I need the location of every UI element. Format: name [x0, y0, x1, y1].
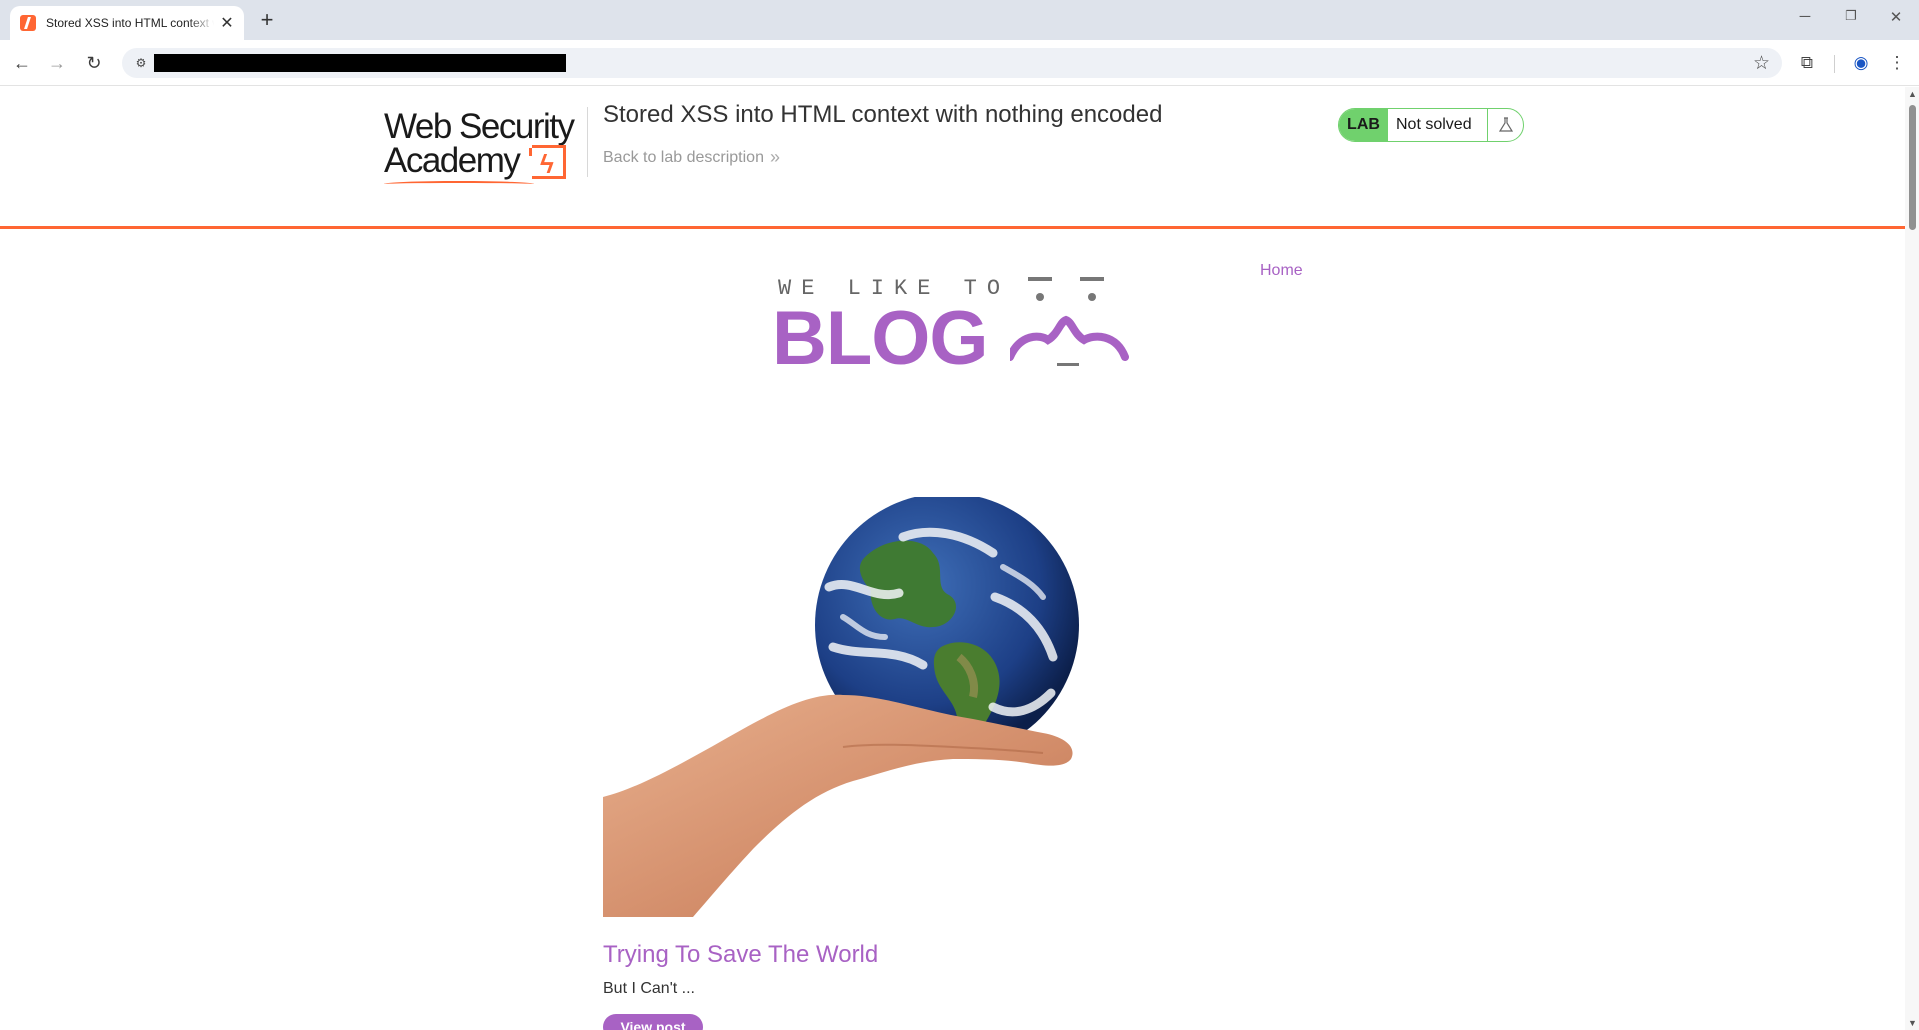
- restore-button[interactable]: ❐: [1836, 8, 1866, 24]
- url-redacted: [154, 54, 566, 72]
- page-viewport: Web Security Academy ϟ Stored XSS into H…: [0, 87, 1905, 1030]
- lab-title: Stored XSS into HTML context with nothin…: [603, 101, 1163, 128]
- logo-swoosh: [384, 181, 534, 187]
- tab-favicon-icon: [20, 15, 36, 31]
- toolbar-separator: [1834, 55, 1835, 73]
- lab-status-text: Not solved: [1396, 116, 1472, 133]
- nav-home-link[interactable]: Home: [1260, 262, 1303, 280]
- site-info-icon[interactable]: ⚙: [132, 54, 150, 72]
- bookmark-star-icon[interactable]: ☆: [1753, 52, 1770, 75]
- tab-close-icon[interactable]: ✕: [218, 13, 236, 33]
- post-summary: But I Can't ...: [603, 980, 695, 997]
- menu-kebab-icon[interactable]: ⋮: [1886, 53, 1908, 73]
- back-to-lab-description-link[interactable]: Back to lab description: [603, 149, 764, 167]
- minimize-button[interactable]: ─: [1790, 8, 1820, 25]
- tab-title: Stored XSS into HTML context with nothin…: [46, 16, 214, 30]
- lab-status-widget: LAB Not solved: [1338, 108, 1524, 142]
- blog-logo-word: BLOG: [772, 296, 989, 381]
- scroll-up-arrow-icon[interactable]: ▲: [1908, 89, 1917, 99]
- lightning-bolt-icon: ϟ: [529, 145, 566, 179]
- tab-strip: Stored XSS into HTML context with nothin…: [0, 0, 1919, 40]
- new-tab-button[interactable]: +: [255, 9, 279, 33]
- blog-logo: WE LIKE TO BLOG: [770, 262, 1135, 382]
- scrollbar-thumb[interactable]: [1909, 105, 1916, 230]
- flask-icon: [1487, 109, 1523, 141]
- scroll-down-arrow-icon[interactable]: ▼: [1908, 1018, 1917, 1028]
- page-scrollbar[interactable]: ▲ ▼: [1905, 87, 1919, 1030]
- profile-icon[interactable]: ◉: [1850, 53, 1872, 73]
- back-arrow-icon[interactable]: ←: [9, 50, 35, 76]
- browser-tab[interactable]: Stored XSS into HTML context with nothin…: [10, 6, 244, 40]
- logo-line-2: Academy: [384, 141, 521, 180]
- view-post-button[interactable]: View post: [603, 1014, 703, 1030]
- close-window-button[interactable]: ✕: [1881, 8, 1911, 26]
- lab-badge: LAB: [1339, 109, 1388, 141]
- browser-toolbar: ← → ↻ ⚙ ☆ ⧉ ◉ ⋮: [0, 40, 1919, 86]
- forward-arrow-icon[interactable]: →: [44, 50, 70, 76]
- address-bar[interactable]: ⚙ ☆: [122, 48, 1782, 78]
- header-divider: [587, 107, 588, 177]
- lab-header: Web Security Academy ϟ Stored XSS into H…: [0, 87, 1905, 229]
- blog-face-icon: [1010, 277, 1129, 366]
- tab-search-icon[interactable]: ⧉: [1796, 53, 1818, 73]
- reload-icon[interactable]: ↻: [81, 50, 107, 76]
- post-title-link[interactable]: Trying To Save The World: [603, 941, 878, 969]
- double-chevron-right-icon: »: [770, 147, 781, 167]
- web-security-academy-logo[interactable]: Web Security Academy ϟ: [384, 107, 584, 183]
- post-image[interactable]: [603, 493, 1083, 917]
